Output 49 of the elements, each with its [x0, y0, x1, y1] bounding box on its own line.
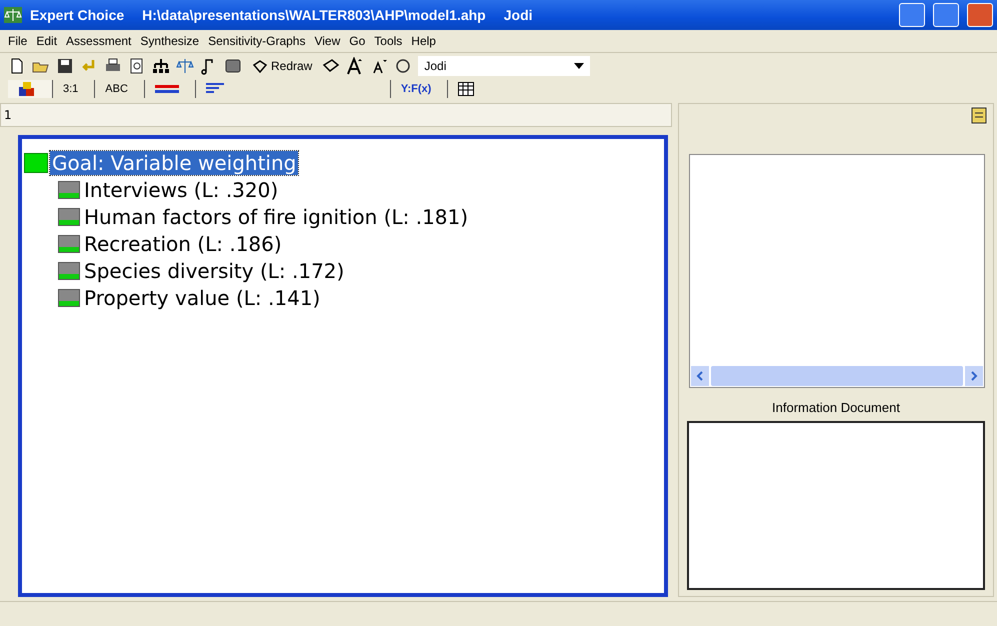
file-path: H:\data\presentations\WALTER803\AHP\model1.ahp: [142, 7, 486, 23]
menu-item[interactable]: File: [8, 34, 28, 48]
menu-item[interactable]: Sensitivity-Graphs: [208, 34, 306, 48]
maximize-button[interactable]: [933, 3, 959, 27]
minimize-button[interactable]: [899, 3, 925, 27]
view-tab[interactable]: ABC: [94, 80, 144, 98]
tree-node[interactable]: Goal: Variable weighting: [50, 150, 298, 174]
user-name: Jodi: [504, 7, 533, 23]
grid-icon: [458, 82, 474, 96]
view-tab[interactable]: Y:F(x): [390, 80, 448, 98]
tree-node[interactable]: Human factors of fire ignition (L: .181): [82, 204, 470, 228]
diamond-icon: [252, 58, 268, 72]
font-larger-icon[interactable]: [346, 56, 364, 74]
menu-item[interactable]: Synthesize: [140, 34, 200, 48]
user-select[interactable]: Jodi: [418, 56, 590, 76]
bars-icon: [154, 84, 179, 94]
sort-lines-icon: [206, 83, 224, 95]
node-icon: [58, 208, 80, 226]
information-document-box[interactable]: [687, 421, 985, 590]
menu-item[interactable]: Help: [411, 34, 436, 48]
save-icon[interactable]: [56, 56, 74, 74]
tree-node[interactable]: Species diversity (L: .172): [82, 258, 346, 282]
node-icon: [58, 262, 80, 280]
menu-item[interactable]: View: [314, 34, 340, 48]
view-tab[interactable]: 3:1: [52, 80, 94, 98]
goal-node-icon: [24, 152, 48, 172]
horizontal-scrollbar[interactable]: [690, 365, 984, 387]
menu-item[interactable]: Tools: [374, 34, 402, 48]
hierarchy-icon[interactable]: [152, 56, 170, 74]
view-tab[interactable]: [8, 80, 52, 98]
tree-node[interactable]: Interviews (L: .320): [82, 178, 280, 202]
scales-icon: [4, 7, 22, 23]
blocks-icon: [18, 81, 36, 97]
tree-node[interactable]: Property value (L: .141): [82, 286, 322, 310]
close-button[interactable]: [967, 3, 993, 27]
menu-item[interactable]: Edit: [36, 34, 58, 48]
node-icon: [58, 234, 80, 252]
tree-node[interactable]: Recreation (L: .186): [82, 232, 284, 256]
redraw-button[interactable]: Redraw: [248, 58, 316, 72]
node-icon: [58, 288, 80, 306]
node-icon: [58, 180, 80, 198]
info-label: Information Document: [771, 400, 901, 415]
menu-item[interactable]: Go: [349, 34, 366, 48]
panel-icon[interactable]: [224, 56, 242, 74]
scales-icon[interactable]: [176, 56, 194, 74]
menu-item[interactable]: Assessment: [66, 34, 132, 48]
app-title: Expert Choice: [30, 7, 124, 23]
header-number: 1: [4, 108, 12, 122]
dropdown-caret-icon: [574, 62, 584, 68]
